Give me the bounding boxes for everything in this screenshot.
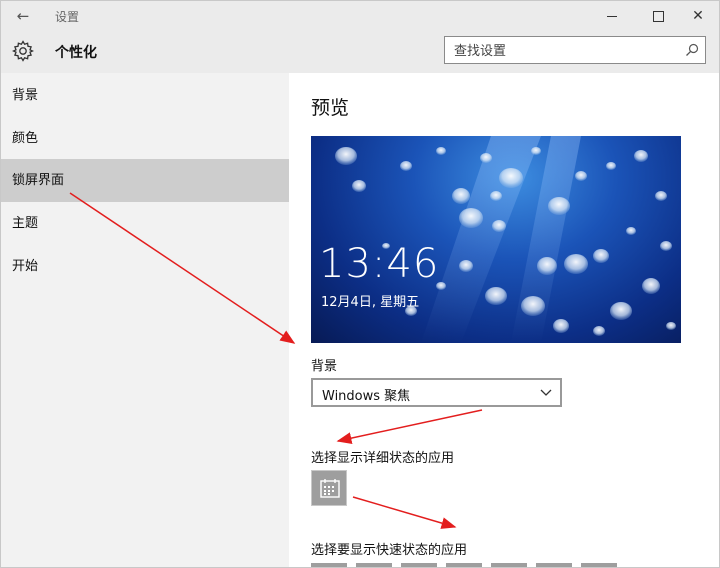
sidebar-item-colors[interactable]: 颜色 bbox=[1, 117, 289, 160]
close-icon: ✕ bbox=[692, 8, 704, 24]
page-title: 个性化 bbox=[55, 45, 97, 61]
settings-window: ← 设置 ✕ 个性化 背景 颜色 锁屏界面 主题 开始 预览 bbox=[0, 0, 720, 568]
search-box[interactable] bbox=[444, 36, 706, 65]
search-icon[interactable] bbox=[685, 43, 699, 57]
sidebar-item-start[interactable]: 开始 bbox=[1, 245, 289, 288]
quick-status-slot[interactable] bbox=[491, 563, 527, 567]
background-label: 背景 bbox=[311, 359, 338, 374]
minimize-button[interactable] bbox=[591, 1, 633, 31]
quick-status-slot[interactable] bbox=[536, 563, 572, 567]
sidebar-item-themes[interactable]: 主题 bbox=[1, 202, 289, 245]
title-bar: ← 设置 ✕ bbox=[1, 1, 719, 31]
detailed-status-app-button[interactable] bbox=[311, 470, 347, 506]
window-title: 设置 bbox=[55, 10, 80, 24]
quick-status-slot[interactable] bbox=[401, 563, 437, 567]
maximize-button[interactable] bbox=[637, 1, 679, 31]
arrow-left-icon: ← bbox=[16, 7, 30, 25]
quick-status-slot[interactable] bbox=[311, 563, 347, 567]
page-header: 个性化 bbox=[1, 31, 719, 73]
close-button[interactable]: ✕ bbox=[677, 1, 719, 31]
sidebar-item-background[interactable]: 背景 bbox=[1, 74, 289, 117]
jellyfish-wallpaper bbox=[335, 136, 676, 343]
chevron-down-icon bbox=[540, 389, 552, 396]
maximize-icon bbox=[652, 10, 664, 22]
background-dropdown[interactable]: Windows 聚焦 bbox=[311, 378, 562, 407]
lock-screen-clock: 13:46 bbox=[319, 241, 440, 287]
calendar-icon bbox=[320, 479, 340, 498]
quick-status-slot[interactable] bbox=[356, 563, 392, 567]
main-content: 预览 13:46 12月4日, 星期五 背景 Windows 聚焦 选择显示详细… bbox=[289, 73, 719, 567]
preview-heading: 预览 bbox=[311, 97, 350, 119]
sidebar-item-lock-screen[interactable]: 锁屏界面 bbox=[1, 159, 289, 202]
lock-screen-date: 12月4日, 星期五 bbox=[321, 295, 420, 310]
minimize-icon bbox=[607, 15, 617, 17]
back-button[interactable]: ← bbox=[9, 5, 37, 27]
sidebar: 背景 颜色 锁屏界面 主题 开始 bbox=[1, 73, 289, 567]
gear-icon bbox=[12, 40, 34, 62]
background-dropdown-value: Windows 聚焦 bbox=[322, 389, 411, 404]
detailed-status-label: 选择显示详细状态的应用 bbox=[311, 451, 455, 466]
quick-status-slot[interactable] bbox=[446, 563, 482, 567]
quick-status-slot[interactable] bbox=[581, 563, 617, 567]
lock-screen-preview: 13:46 12月4日, 星期五 bbox=[311, 136, 681, 343]
quick-status-label: 选择要显示快速状态的应用 bbox=[311, 543, 468, 558]
search-input[interactable] bbox=[445, 37, 686, 65]
